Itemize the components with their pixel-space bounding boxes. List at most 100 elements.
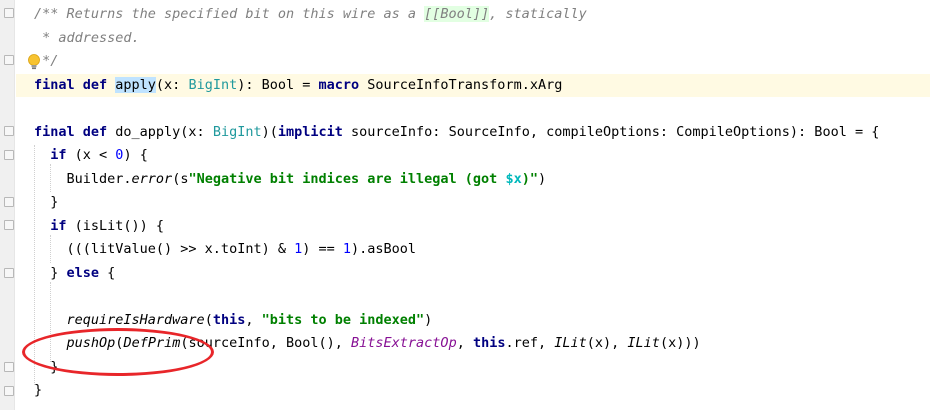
code-token: )	[424, 311, 433, 328]
code-line[interactable]: }	[16, 379, 930, 403]
code-token: (sourceInfo, Bool(),	[180, 335, 352, 351]
code-token: 1	[342, 241, 352, 257]
code-token: (x <	[66, 147, 116, 163]
code-token: ).asBool	[351, 241, 417, 257]
code-token: ,	[245, 311, 262, 328]
fold-toggle-else-end[interactable]	[4, 362, 14, 372]
fold-toggle-do-apply[interactable]	[4, 126, 14, 136]
code-token: .ref,	[505, 335, 555, 351]
code-token: ): Bool =	[237, 76, 319, 93]
code-text[interactable]: if (isLit()) {	[34, 215, 164, 239]
editor-gutter[interactable]	[0, 0, 15, 410]
code-token: ILit	[554, 335, 587, 351]
code-text[interactable]: Builder.error(s"Negative bit indices are…	[34, 168, 547, 192]
code-token: SourceInfoTransform.xArg	[359, 76, 563, 93]
code-token: this	[212, 311, 246, 328]
code-token: {	[99, 264, 116, 281]
code-token: else	[66, 264, 100, 281]
code-token: )(	[261, 123, 278, 140]
code-text[interactable]: }	[34, 356, 58, 380]
code-token: }	[34, 382, 43, 398]
fold-toggle-if-end[interactable]	[4, 197, 14, 207]
code-token: BigInt	[212, 123, 262, 140]
code-token: error	[131, 170, 173, 187]
code-text[interactable]: pushOp(DefPrim(sourceInfo, Bool(), BitsE…	[34, 332, 701, 356]
lightbulb-icon[interactable]	[26, 53, 42, 71]
code-line[interactable]: if (isLit()) {	[16, 215, 930, 239]
code-token: (((litValue() >> x.toInt) &	[34, 241, 295, 257]
code-line[interactable]: (((litValue() >> x.toInt) & 1) == 1).asB…	[16, 238, 930, 262]
code-token: "bits to be indexed"	[261, 311, 425, 328]
code-line[interactable]: final def apply(x: BigInt): Bool = macro…	[16, 73, 930, 98]
code-line[interactable]	[16, 97, 930, 121]
code-line[interactable]: }	[16, 356, 930, 380]
code-line[interactable]: pushOp(DefPrim(sourceInfo, Bool(), BitsE…	[16, 332, 930, 356]
code-text[interactable]: }	[34, 379, 42, 403]
code-text[interactable]: if (x < 0) {	[34, 144, 148, 168]
fold-toggle-doc[interactable]	[4, 8, 14, 18]
code-line[interactable]: requireIsHardware(this, "bits to be inde…	[16, 309, 930, 333]
code-token: requireIsHardware	[66, 311, 205, 328]
code-token: (x),	[586, 335, 628, 351]
code-token: apply	[115, 76, 156, 93]
code-token: BitsExtractOp	[351, 335, 457, 351]
code-line[interactable]: } else {	[16, 262, 930, 286]
code-token: ) ==	[302, 241, 343, 257]
code-token: [[Bool]]	[424, 6, 490, 22]
code-text[interactable]: final def do_apply(x: BigInt)(implicit s…	[34, 121, 879, 145]
code-token: )"	[521, 170, 538, 187]
code-token: ILit	[627, 335, 660, 351]
code-text[interactable]: }	[34, 191, 58, 215]
code-token: DefPrim	[123, 335, 181, 351]
code-line[interactable]: * addressed.	[16, 27, 930, 51]
code-token: macro	[318, 76, 360, 93]
code-token: (x)))	[659, 335, 701, 351]
code-token: pushOp	[66, 335, 116, 351]
code-line[interactable]: Builder.error(s"Negative bit indices are…	[16, 168, 930, 192]
fold-toggle-doc-end[interactable]	[4, 55, 14, 65]
code-line[interactable]: /** Returns the specified bit on this wi…	[16, 3, 930, 27]
code-token: , statically	[489, 6, 587, 22]
code-text[interactable]: /** Returns the specified bit on this wi…	[34, 3, 587, 27]
code-token: * addressed.	[34, 29, 140, 46]
fold-toggle-if[interactable]	[4, 150, 14, 160]
fold-toggle-if-lit[interactable]	[4, 220, 14, 230]
code-token: ) {	[123, 147, 148, 163]
code-text[interactable]: requireIsHardware(this, "bits to be inde…	[34, 309, 433, 333]
code-line[interactable]: */	[16, 50, 930, 74]
code-text[interactable]: final def apply(x: BigInt): Bool = macro…	[34, 74, 562, 98]
fold-toggle-else[interactable]	[4, 268, 14, 278]
code-token: Builder.	[34, 170, 132, 187]
fold-toggle-do-apply-end[interactable]	[4, 386, 14, 396]
code-token: }	[34, 194, 59, 210]
code-token: (x:	[155, 76, 189, 93]
code-token: (s	[172, 170, 189, 187]
code-token: /** Returns the specified bit on this wi…	[34, 6, 425, 22]
code-token: (	[204, 311, 213, 328]
code-token: this	[472, 335, 506, 351]
code-text[interactable]: } else {	[34, 262, 115, 286]
code-line[interactable]	[16, 285, 930, 309]
code-token: final def	[34, 123, 116, 140]
code-token: 1	[294, 241, 303, 257]
code-token: )	[537, 170, 547, 187]
code-token: "Negative bit indices are illegal (got	[188, 170, 506, 187]
code-line[interactable]: if (x < 0) {	[16, 144, 930, 168]
code-token: final def	[34, 76, 116, 93]
code-token: $x	[505, 170, 522, 187]
code-token: ,	[456, 335, 473, 351]
code-line[interactable]: final def do_apply(x: BigInt)(implicit s…	[16, 121, 930, 145]
code-token: }	[34, 358, 59, 375]
code-editor[interactable]: /** Returns the specified bit on this wi…	[16, 0, 930, 410]
code-line[interactable]: }	[16, 191, 930, 215]
code-token: sourceInfo: SourceInfo, compileOptions: …	[342, 123, 880, 140]
code-token: implicit	[277, 123, 343, 140]
code-token: if	[34, 217, 67, 234]
code-token: if	[34, 147, 67, 163]
code-token: BigInt	[188, 76, 238, 93]
code-token: (isLit()) {	[66, 217, 165, 234]
code-text[interactable]: * addressed.	[34, 27, 140, 51]
code-text[interactable]: (((litValue() >> x.toInt) & 1) == 1).asB…	[34, 238, 417, 262]
